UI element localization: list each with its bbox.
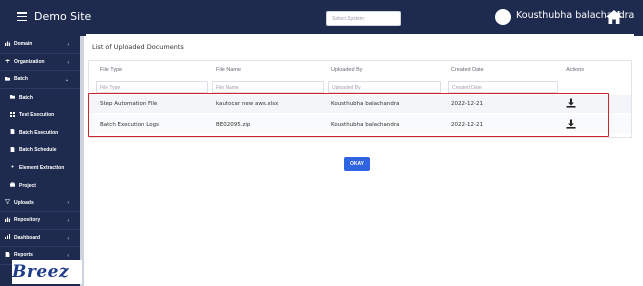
sidebar-item-label: Reports — [14, 252, 33, 259]
sidebar-item-label: Batch — [14, 76, 28, 83]
column-header-actions: Actions — [566, 67, 585, 73]
brand-name: Breez — [12, 262, 70, 282]
sidebar-item-label: Domain — [14, 41, 33, 48]
folder-icon — [10, 94, 19, 101]
hamburger-menu-icon[interactable] — [17, 12, 27, 21]
sidebar-item-label: Batch Execution — [19, 129, 59, 136]
sidebar-item-dashboard[interactable]: Dashboard › — [0, 230, 80, 248]
briefcase-icon — [10, 182, 19, 189]
sidebar-item-label: Test Execution — [19, 112, 55, 119]
sidebar-item-label: Project — [19, 182, 36, 189]
sidebar-item-label: Organization — [14, 58, 45, 65]
grid-icon — [10, 111, 19, 119]
bar-chart-icon — [5, 217, 14, 224]
site-title: Demo Site — [34, 10, 92, 23]
app-root: Demo Site Select System Kousthubha balac… — [0, 0, 643, 286]
sidebar-item-test-execution[interactable]: Test Execution — [0, 106, 80, 124]
sidebar-item-batch[interactable]: Batch — [0, 89, 80, 107]
chevron-icon[interactable]: ‹ — [67, 253, 69, 259]
page-title: List of Uploaded Documents — [92, 43, 184, 51]
highlight-annotation-box — [88, 93, 609, 137]
column-header-file-name[interactable]: File Name — [216, 67, 241, 73]
sidebar-item-domain[interactable]: Domain › — [0, 36, 80, 54]
filter-file-name-input[interactable]: File Name — [212, 81, 324, 93]
sidebar-item-organization[interactable]: Organization › — [0, 54, 80, 72]
sidebar-item-batch[interactable]: Batch ⌄ — [0, 71, 80, 89]
sidebar-item-batch-execution[interactable]: Batch Execution — [0, 124, 80, 142]
chevron-icon[interactable]: › — [67, 200, 69, 206]
top-header: Demo Site Select System Kousthubha balac… — [0, 0, 643, 36]
sidebar-item-repository[interactable]: Repository › — [0, 212, 80, 230]
dot-icon — [10, 164, 19, 171]
filter-file-type-input[interactable]: File Type — [96, 81, 208, 93]
sidebar-item-label: Element Extraction — [19, 164, 65, 171]
bar-chart-icon — [5, 41, 14, 48]
sidebar-item-element-extraction[interactable]: Element Extraction — [0, 159, 80, 177]
filter-uploaded-by-input[interactable]: Uploaded By — [328, 81, 441, 93]
folder-icon — [5, 76, 14, 83]
system-select[interactable]: Select System — [326, 11, 401, 26]
column-header-created-date[interactable]: Created Date — [451, 67, 484, 73]
okay-button[interactable]: OKAY — [344, 157, 370, 171]
chevron-icon[interactable]: › — [67, 236, 69, 242]
doc-icon — [5, 251, 14, 259]
column-header-file-type[interactable]: File Type — [100, 67, 122, 73]
sidebar-item-label: Batch Schedule — [19, 147, 57, 154]
sidebar-item-label: Uploads — [14, 199, 34, 206]
sidebar-item-batch-schedule[interactable]: Batch Schedule — [0, 142, 80, 160]
avatar[interactable] — [495, 9, 511, 25]
sidebar-scrollbar[interactable] — [80, 36, 84, 286]
home-icon[interactable] — [605, 9, 623, 25]
chart-icon — [5, 234, 14, 241]
doc-icon — [10, 146, 19, 154]
column-header-uploaded-by[interactable]: Uploaded By — [331, 67, 363, 73]
chevron-icon[interactable]: ⌄ — [65, 77, 69, 83]
filter-icon — [5, 199, 14, 206]
sidebar-item-label: Batch — [19, 94, 33, 101]
sidebar-item-label: Dashboard — [14, 234, 41, 241]
chevron-icon[interactable]: › — [67, 42, 69, 48]
sidebar-item-uploads[interactable]: Uploads › — [0, 194, 80, 212]
sidebar-item-label: Repository — [14, 217, 41, 224]
org-icon — [5, 58, 14, 65]
filter-created-date-input[interactable]: Created Date — [448, 81, 558, 93]
chevron-icon[interactable]: › — [67, 218, 69, 224]
chevron-icon[interactable]: › — [67, 60, 69, 66]
doc-icon — [10, 129, 19, 136]
brand-logo: Breez — [12, 260, 82, 284]
sidebar-item-project[interactable]: Project — [0, 177, 80, 195]
